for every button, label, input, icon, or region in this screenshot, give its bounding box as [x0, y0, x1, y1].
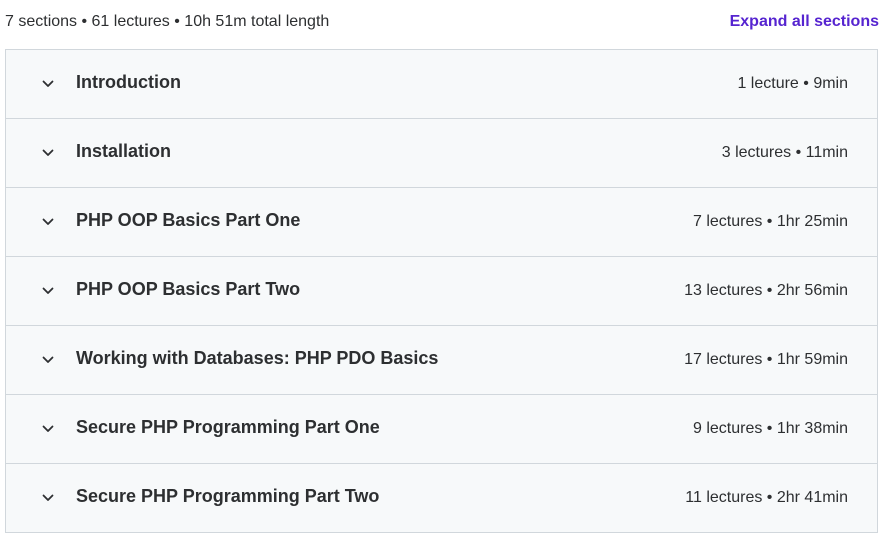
section-panel-oop-basics-two[interactable]: PHP OOP Basics Part Two 13 lectures • 2h…: [6, 257, 877, 326]
section-content-summary: 7 lectures • 1hr 25min: [692, 213, 848, 230]
chevron-down-icon: [40, 352, 56, 368]
section-content-summary: 3 lectures • 11min: [721, 144, 848, 161]
course-content-header: 7 sections • 61 lectures • 10h 51m total…: [0, 0, 884, 48]
section-content-summary: 11 lectures • 2hr 41min: [685, 489, 848, 506]
section-title: Secure PHP Programming Part Two: [76, 486, 380, 506]
section-panel-secure-php-two[interactable]: Secure PHP Programming Part Two 11 lectu…: [6, 464, 877, 532]
chevron-down-icon: [40, 145, 56, 161]
chevron-down-icon: [40, 421, 56, 437]
section-title: PHP OOP Basics Part One: [76, 210, 301, 230]
chevron-down-icon: [40, 214, 56, 230]
course-summary: 7 sections • 61 lectures • 10h 51m total…: [5, 13, 330, 30]
section-panel-introduction[interactable]: Introduction 1 lecture • 9min: [6, 50, 877, 119]
section-title: Secure PHP Programming Part One: [76, 417, 380, 437]
section-title: Introduction: [76, 72, 181, 92]
section-content-summary: 9 lectures • 1hr 38min: [692, 420, 848, 437]
section-title: PHP OOP Basics Part Two: [76, 279, 301, 299]
chevron-down-icon: [40, 283, 56, 299]
section-title: Working with Databases: PHP PDO Basics: [76, 348, 439, 368]
section-content-summary: 17 lectures • 1hr 59min: [684, 351, 848, 368]
section-panel-oop-basics-one[interactable]: PHP OOP Basics Part One 7 lectures • 1hr…: [6, 188, 877, 257]
section-panel-installation[interactable]: Installation 3 lectures • 11min: [6, 119, 877, 188]
section-content-summary: 13 lectures • 2hr 56min: [684, 282, 848, 299]
curriculum-sections: Introduction 1 lecture • 9min Installati…: [5, 49, 878, 533]
section-panel-secure-php-one[interactable]: Secure PHP Programming Part One 9 lectur…: [6, 395, 877, 464]
chevron-down-icon: [40, 76, 56, 92]
chevron-down-icon: [40, 490, 56, 506]
section-panel-pdo-basics[interactable]: Working with Databases: PHP PDO Basics 1…: [6, 326, 877, 395]
expand-all-sections-button[interactable]: Expand all sections: [730, 13, 879, 31]
section-title: Installation: [76, 141, 172, 161]
section-content-summary: 1 lecture • 9min: [737, 75, 848, 92]
